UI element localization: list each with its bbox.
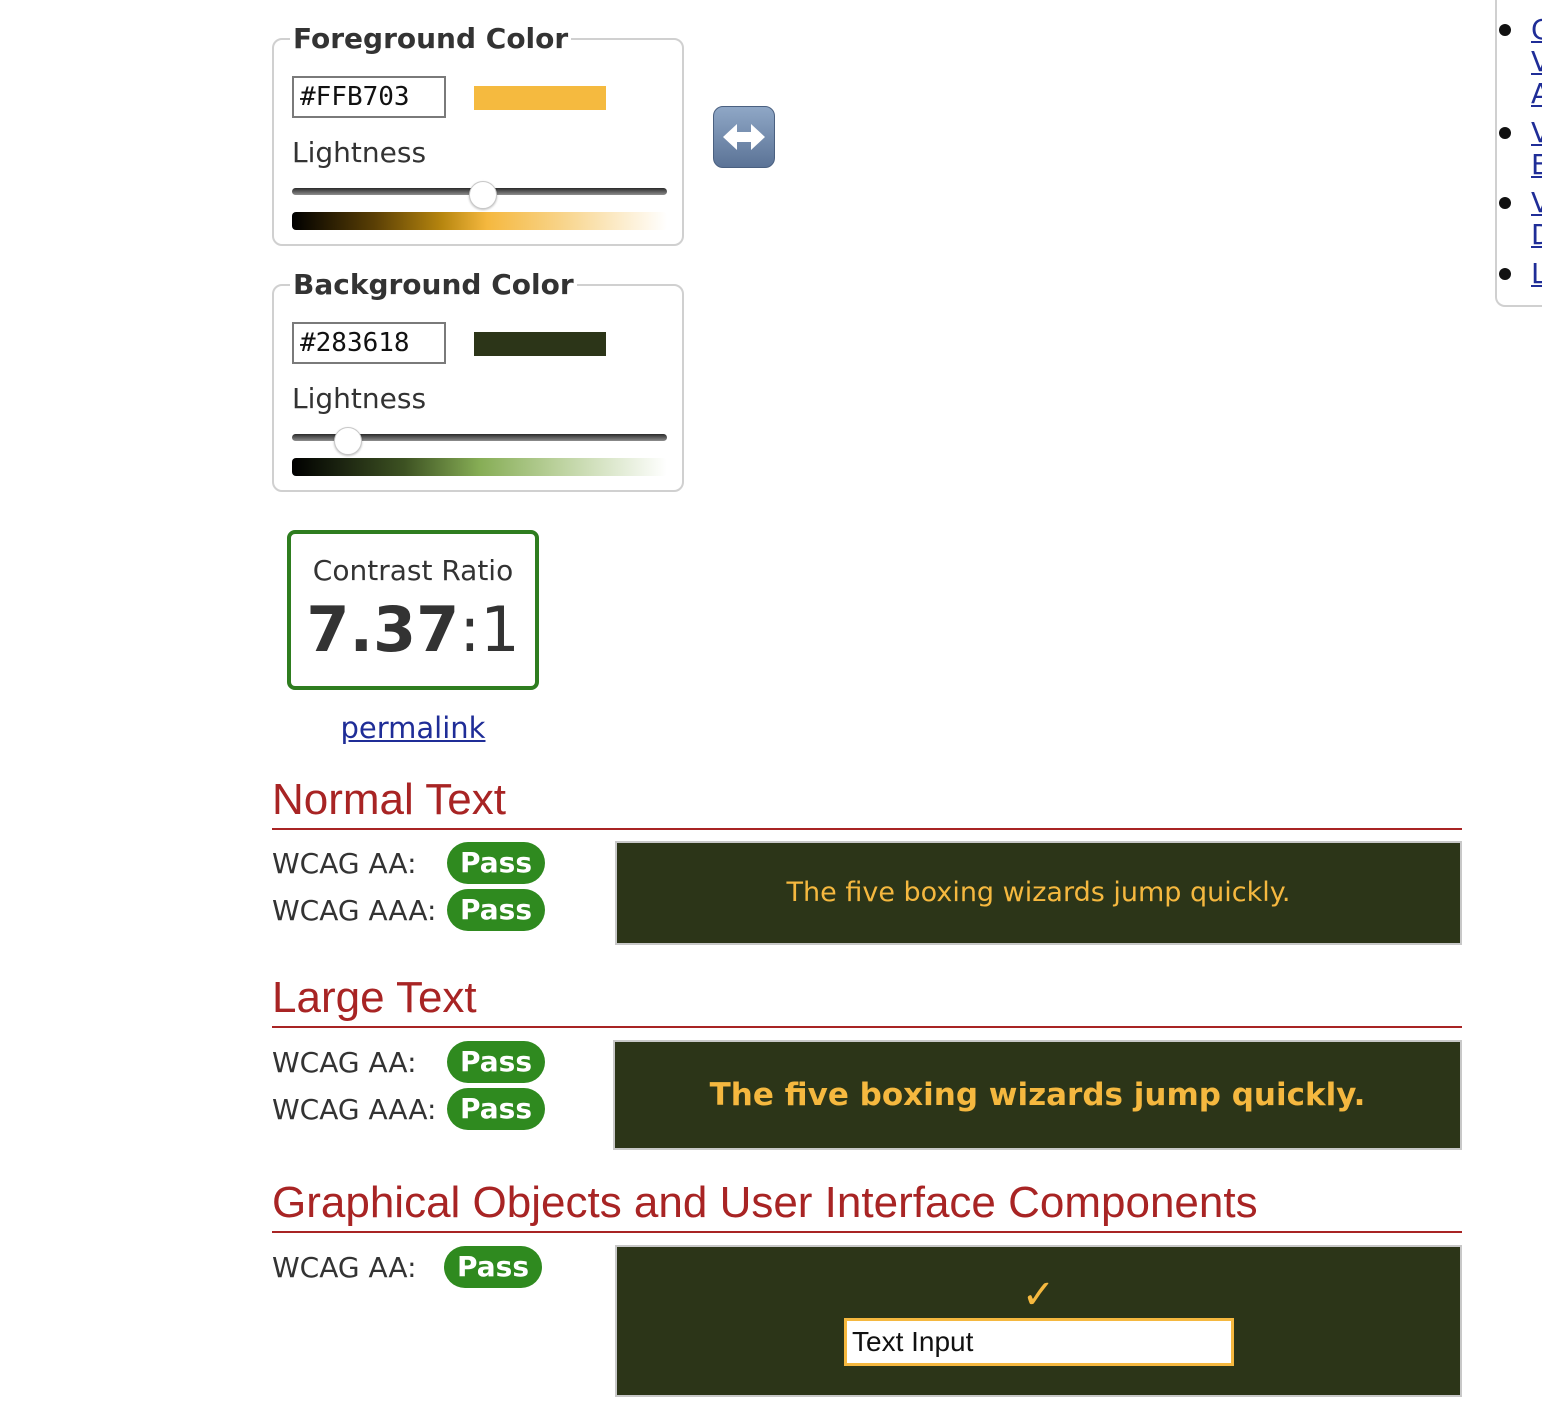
normal-wcag-aa-label: WCAG AA:	[272, 847, 417, 880]
contrast-ratio-number: 7.37	[306, 593, 460, 666]
sidebar-bullet	[1499, 197, 1511, 209]
large-text-sample: The five boxing wizards jump quickly.	[613, 1040, 1462, 1150]
foreground-color-legend: Foreground Color	[290, 20, 572, 58]
sidebar-bullet	[1499, 268, 1511, 280]
graphical-objects-heading: Graphical Objects and User Interface Com…	[272, 1177, 1462, 1233]
foreground-color-swatch	[474, 86, 606, 110]
normal-wcag-aaa-label: WCAG AAA:	[272, 894, 437, 927]
background-color-panel: Background Color Lightness	[272, 266, 684, 492]
foreground-lightness-label: Lightness	[292, 136, 427, 169]
large-wcag-aa-badge: Pass	[447, 1041, 545, 1083]
sidebar-link-1-line-3[interactable]: A	[1531, 78, 1542, 110]
sidebar-bullet	[1499, 24, 1511, 36]
background-lightness-gradient	[292, 458, 667, 476]
background-color-legend: Background Color	[290, 266, 577, 304]
sidebar-link-3[interactable]: V	[1531, 187, 1542, 219]
foreground-hex-input[interactable]	[292, 76, 446, 118]
contrast-ratio-value: 7.37:1	[291, 594, 535, 666]
sample-text-input[interactable]	[844, 1318, 1234, 1366]
sidebar-link-1-line-2[interactable]: V	[1531, 46, 1542, 78]
sidebar-link-2-line-2[interactable]: E	[1531, 149, 1542, 181]
left-right-arrow-icon	[723, 124, 765, 150]
foreground-lightness-gradient	[292, 212, 667, 230]
large-text-heading: Large Text	[272, 972, 1462, 1028]
swap-colors-button[interactable]	[713, 106, 775, 168]
permalink-link[interactable]: permalink	[287, 708, 539, 748]
large-wcag-aa-label: WCAG AA:	[272, 1046, 417, 1079]
background-lightness-thumb[interactable]	[334, 427, 363, 455]
checkmark-icon: ✓	[1021, 1272, 1056, 1318]
background-lightness-label: Lightness	[292, 382, 427, 415]
normal-wcag-aa-badge: Pass	[447, 842, 545, 884]
sidebar-link-2[interactable]: V	[1531, 117, 1542, 149]
graphical-sample-panel: ✓	[615, 1245, 1462, 1397]
large-wcag-aaa-badge: Pass	[447, 1088, 545, 1130]
sidebar-link-3-line-2[interactable]: D	[1531, 219, 1542, 251]
foreground-color-panel: Foreground Color Lightness	[272, 20, 684, 246]
contrast-ratio-label: Contrast Ratio	[312, 554, 514, 587]
graphical-wcag-aa-label: WCAG AA:	[272, 1251, 417, 1284]
sidebar-link-1[interactable]: C	[1531, 14, 1542, 46]
normal-wcag-aaa-badge: Pass	[447, 889, 545, 931]
background-hex-input[interactable]	[292, 322, 446, 364]
contrast-ratio-box: Contrast Ratio 7.37:1	[287, 530, 539, 690]
foreground-lightness-thumb[interactable]	[469, 181, 498, 209]
sidebar-bullet	[1499, 127, 1511, 139]
normal-text-sample: The five boxing wizards jump quickly.	[615, 841, 1462, 945]
sidebar-link-4[interactable]: L	[1531, 258, 1542, 290]
contrast-ratio-suffix: :1	[459, 593, 520, 666]
normal-text-heading: Normal Text	[272, 774, 1462, 830]
large-wcag-aaa-label: WCAG AAA:	[272, 1093, 437, 1126]
graphical-wcag-aa-badge: Pass	[444, 1246, 542, 1288]
background-color-swatch	[474, 332, 606, 356]
